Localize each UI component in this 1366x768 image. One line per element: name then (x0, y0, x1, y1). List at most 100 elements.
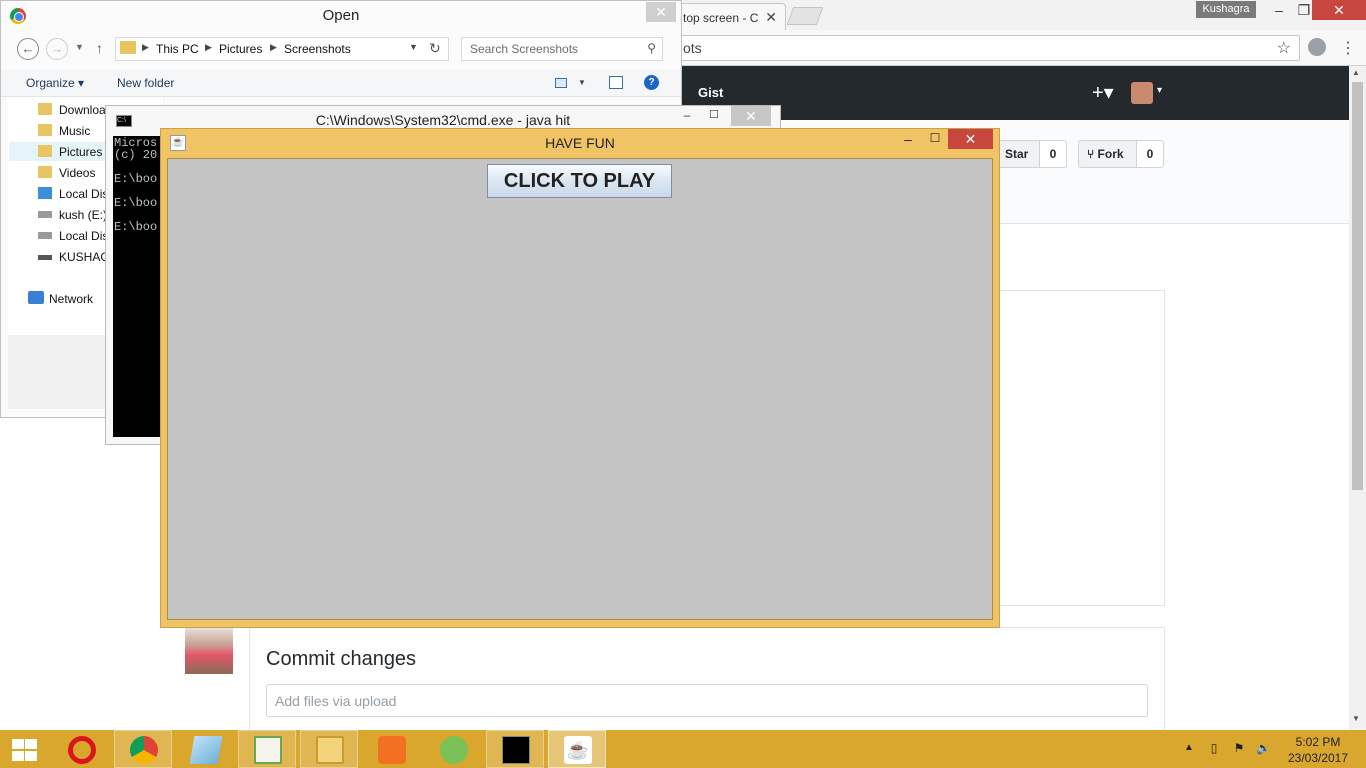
cmd-maximize-button[interactable]: ☐ (704, 108, 724, 121)
windows-drive-icon (38, 187, 52, 199)
nav-item-downloads[interactable]: Downloa (59, 103, 106, 117)
breadcrumb-screenshots[interactable]: Screenshots (284, 42, 351, 56)
windows-start-icon[interactable] (10, 738, 38, 762)
search-placeholder: Search Screenshots (470, 42, 579, 56)
folder-icon (120, 41, 136, 54)
star-count[interactable]: 0 (1040, 140, 1067, 168)
clock-date[interactable]: 23/03/2017 (1286, 751, 1350, 765)
preview-pane-icon[interactable] (609, 76, 623, 89)
taskbar-cmd[interactable] (486, 730, 544, 768)
close-tab-icon[interactable]: ✕ (765, 9, 777, 26)
chrome-tab-title: top screen - C (683, 11, 759, 25)
open-dialog-title: Open (322, 7, 360, 24)
java-icon: ☕ (564, 736, 592, 764)
chrome-menu-icon[interactable]: ⋮ (1340, 38, 1356, 58)
commit-title: Commit changes (266, 648, 417, 670)
back-arrow-icon[interactable]: ← (17, 38, 39, 60)
new-folder-button[interactable]: New folder (117, 76, 174, 90)
fork-label: Fork (1097, 147, 1124, 161)
android-studio-icon (440, 736, 468, 764)
chevron-down-icon[interactable]: ▼ (409, 42, 418, 52)
fork-count[interactable]: 0 (1137, 140, 1164, 168)
chrome-close-button[interactable]: ✕ (1312, 0, 1366, 20)
cmd-minimize-button[interactable]: – (677, 108, 697, 122)
breadcrumb-separator-icon: ▶ (142, 42, 149, 52)
user-avatar[interactable] (1131, 82, 1153, 104)
extension-icon[interactable] (1308, 38, 1326, 56)
notepad-plus-plus-icon (254, 736, 282, 764)
refresh-icon[interactable]: ↻ (429, 40, 441, 57)
nav-item-videos[interactable]: Videos (59, 166, 95, 180)
commit-author-avatar (185, 627, 233, 674)
videos-folder-icon (38, 166, 52, 178)
taskbar-android-studio[interactable] (424, 730, 482, 768)
nav-item-local-disk[interactable]: Local Dis (59, 229, 108, 243)
java-close-button[interactable]: ✕ (948, 129, 993, 149)
create-new-dropdown[interactable]: +▾ (1092, 80, 1114, 105)
notepad-icon (189, 736, 223, 764)
fork-button[interactable]: ⑂ Fork (1078, 140, 1137, 168)
chrome-tab[interactable]: top screen - C ✕ (676, 3, 786, 30)
nav-item-local-disk-c[interactable]: Local Dis (59, 187, 108, 201)
music-folder-icon (38, 124, 52, 136)
volume-icon[interactable]: 🔈 (1256, 741, 1271, 755)
device-icon[interactable]: ▯ (1207, 741, 1221, 755)
nav-item-pictures[interactable]: Pictures (59, 145, 102, 159)
cmd-prompt-line: E:\boo (114, 220, 158, 234)
show-hidden-icons[interactable]: ▲ (1184, 742, 1194, 753)
taskbar-foxit-pdf[interactable] (362, 730, 420, 768)
file-explorer-icon (316, 736, 344, 764)
nav-item-kushagra-usb[interactable]: KUSHAG (59, 250, 110, 264)
chevron-down-icon[interactable]: ▾ (1157, 85, 1162, 96)
organize-menu-button[interactable]: Organize ▾ (26, 76, 84, 90)
pictures-folder-icon (38, 145, 52, 157)
chevron-down-icon[interactable]: ▼ (578, 78, 586, 87)
scroll-up-icon[interactable]: ▲ (1352, 68, 1360, 77)
change-view-icon[interactable] (555, 78, 567, 88)
scroll-down-icon[interactable]: ▼ (1352, 714, 1360, 723)
profile-badge[interactable]: Kushagra (1196, 1, 1256, 18)
commit-message-input[interactable]: Add files via upload (266, 684, 1148, 717)
drive-icon (38, 232, 52, 239)
scrollbar-thumb[interactable] (1352, 82, 1363, 490)
open-dialog-close-button[interactable]: ✕ (646, 2, 676, 22)
cmd-close-button[interactable]: ✕ (731, 106, 771, 126)
taskbar-file-explorer[interactable] (300, 730, 358, 768)
address-bar[interactable]: ots ☆ (676, 35, 1300, 61)
recent-locations-icon[interactable]: ▼ (75, 42, 84, 52)
nav-item-music[interactable]: Music (59, 124, 90, 138)
chrome-icon (130, 736, 158, 764)
taskbar-notepad-plus-plus[interactable] (238, 730, 296, 768)
drive-icon (38, 211, 52, 218)
search-input[interactable]: Search Screenshots ⚲ (461, 37, 663, 61)
bookmark-star-icon[interactable]: ☆ (1277, 38, 1291, 58)
nav-gist-link[interactable]: Gist (698, 85, 723, 100)
cmd-icon (502, 736, 530, 764)
clock-time[interactable]: 5:02 PM (1290, 735, 1346, 749)
nav-item-network[interactable]: Network (49, 292, 93, 306)
cmd-output-line: (c) 20 (114, 148, 158, 162)
search-icon[interactable]: ⚲ (647, 41, 656, 55)
java-maximize-button[interactable]: ☐ (925, 131, 945, 145)
address-text: ots (683, 40, 702, 56)
breadcrumb-this-pc[interactable]: This PC (156, 42, 199, 56)
folder-icon (38, 103, 52, 115)
taskbar-opera[interactable] (52, 730, 110, 768)
forward-arrow-icon[interactable]: → (46, 38, 68, 60)
breadcrumb-separator-icon: ▶ (270, 42, 277, 52)
game-canvas[interactable] (167, 158, 993, 620)
up-arrow-icon[interactable]: ↑ (96, 40, 103, 56)
star-label: Star (1005, 147, 1029, 161)
breadcrumb-pictures[interactable]: Pictures (219, 42, 262, 56)
usb-drive-icon (38, 255, 52, 260)
nav-item-kush-e[interactable]: kush (E:) (59, 208, 107, 222)
cmd-prompt-line: E:\boo (114, 196, 158, 210)
taskbar-notepad[interactable] (176, 730, 234, 768)
java-minimize-button[interactable]: – (898, 131, 918, 147)
taskbar-java[interactable]: ☕ (548, 730, 606, 768)
flag-icon[interactable]: ⚑ (1232, 741, 1246, 755)
taskbar-chrome[interactable] (114, 730, 172, 768)
java-window-title: HAVE FUN (545, 135, 615, 151)
click-to-play-button[interactable]: CLICK TO PLAY (487, 164, 672, 198)
help-icon[interactable]: ? (644, 75, 659, 90)
